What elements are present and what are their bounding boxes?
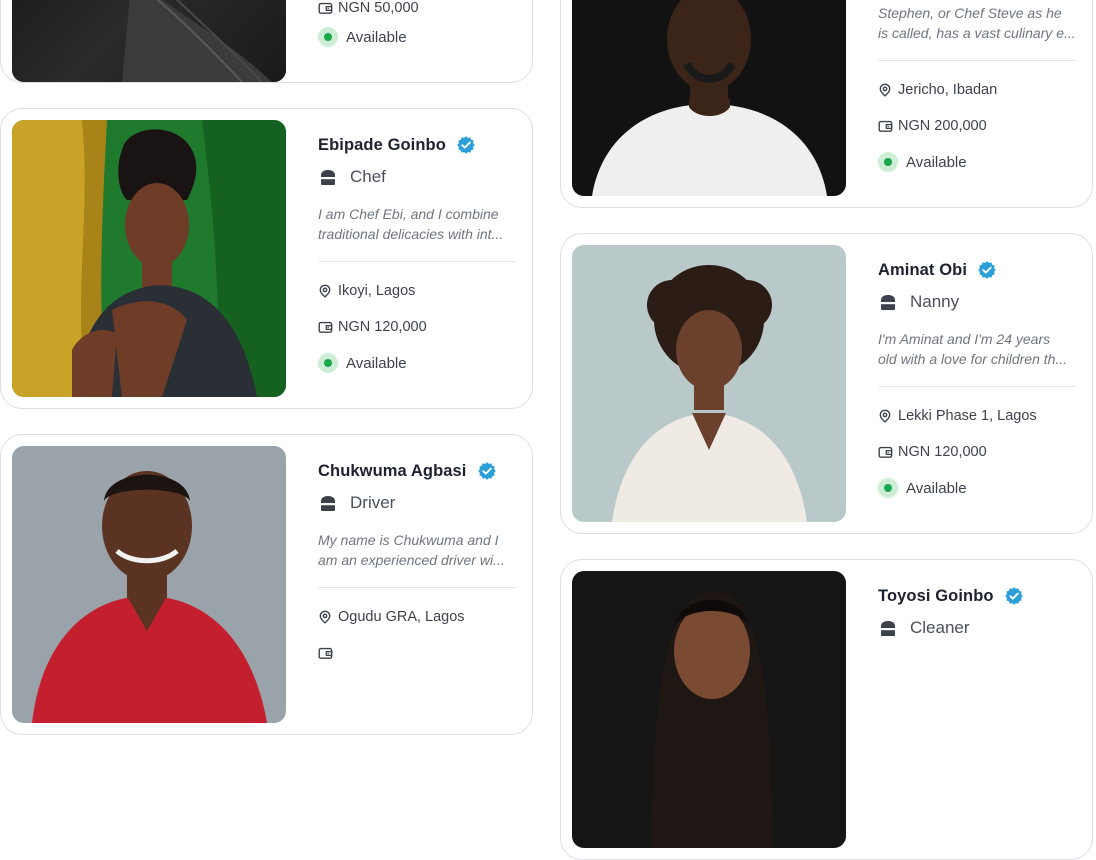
wallet-icon — [318, 321, 333, 333]
price-text: NGN 120,000 — [898, 444, 987, 460]
provider-role-row: Cleaner — [878, 616, 970, 640]
provider-role-row: Driver — [318, 491, 395, 515]
description-line: I am Chef Ebi, and I combine — [318, 206, 499, 222]
provider-description: I am Chef Ebi, and I combine traditional… — [318, 204, 516, 244]
description-line: I'm Aminat and I'm 24 years — [878, 331, 1051, 347]
wallet-icon — [318, 2, 333, 14]
provider-photo — [572, 245, 846, 522]
provider-photo — [12, 120, 286, 397]
location-text: Ikoyi, Lagos — [338, 283, 416, 299]
location-row: Ikoyi, Lagos — [318, 281, 415, 301]
provider-description: Stephen, or Chef Steve as he is called, … — [878, 3, 1076, 43]
provider-name-row: Ebipade Goinbo — [318, 133, 476, 157]
location-text: Ogudu GRA, Lagos — [338, 609, 465, 625]
provider-name[interactable]: Aminat Obi — [878, 261, 967, 280]
location-row: Jericho, Ibadan — [878, 80, 997, 100]
provider-photo — [12, 446, 286, 723]
price-row: NGN 200,000 — [878, 116, 987, 136]
availability-row: Available — [318, 27, 407, 47]
provider-name[interactable]: Ebipade Goinbo — [318, 136, 446, 155]
provider-role-row: Chef — [318, 165, 386, 189]
availability-text: Available — [906, 479, 967, 497]
provider-role: Chef — [350, 167, 386, 186]
price-text: NGN 120,000 — [338, 319, 427, 335]
location-row: Lekki Phase 1, Lagos — [878, 406, 1037, 426]
price-row: NGN 120,000 — [878, 442, 987, 462]
verified-badge-icon — [476, 461, 497, 481]
role-hat-icon — [321, 496, 335, 511]
provider-name-row: Aminat Obi — [878, 258, 997, 282]
location-pin-icon — [319, 284, 331, 298]
description-line: is called, has a vast culinary e... — [878, 25, 1076, 41]
provider-photo — [572, 0, 846, 196]
role-hat-icon — [881, 295, 895, 310]
location-row: Ogudu GRA, Lagos — [318, 607, 465, 627]
price-text: NGN 50,000 — [338, 0, 419, 16]
location-text: Lekki Phase 1, Lagos — [898, 408, 1037, 424]
description-line: My name is Chukwuma and I — [318, 532, 499, 548]
description-line: old with a love for children th... — [878, 351, 1068, 367]
provider-role: Cleaner — [910, 618, 970, 637]
wallet-icon — [878, 446, 893, 458]
provider-card[interactable]: Stephen, or Chef Steve as he is called, … — [560, 0, 1093, 208]
provider-card[interactable]: Toyosi Goinbo Cleaner — [560, 559, 1093, 860]
role-hat-icon — [321, 170, 335, 185]
price-row: NGN 120,000 — [318, 317, 427, 337]
verified-badge-icon — [977, 260, 997, 280]
price-text: NGN 200,000 — [898, 118, 987, 134]
status-dot-icon — [318, 353, 338, 373]
divider — [318, 587, 516, 588]
price-row — [318, 643, 338, 663]
description-line: traditional delicacies with int... — [318, 226, 504, 242]
status-dot-icon — [318, 27, 338, 47]
wallet-icon — [878, 120, 893, 132]
provider-name-row: Toyosi Goinbo — [878, 584, 1024, 608]
provider-role: Nanny — [910, 292, 960, 311]
provider-card[interactable]: Chukwuma Agbasi Driver My name is Chukwu… — [0, 434, 533, 735]
wallet-icon — [318, 647, 333, 659]
verified-badge-icon — [456, 135, 476, 155]
availability-text: Available — [346, 354, 407, 372]
availability-text: Available — [346, 28, 407, 46]
provider-description: I'm Aminat and I'm 24 years old with a l… — [878, 329, 1076, 369]
provider-role-row: Nanny — [878, 290, 959, 314]
description-line: Stephen, or Chef Steve as he — [878, 5, 1062, 21]
price-row: NGN 50,000 — [318, 0, 419, 18]
provider-role: Driver — [350, 493, 396, 512]
availability-text: Available — [906, 153, 967, 171]
divider — [878, 60, 1076, 61]
location-pin-icon — [879, 83, 891, 97]
provider-card[interactable]: Aminat Obi Nanny I'm Aminat and I'm 24 y… — [560, 233, 1093, 534]
provider-name-row: Chukwuma Agbasi — [318, 459, 497, 483]
location-text: Jericho, Ibadan — [898, 82, 998, 98]
status-dot-icon — [878, 152, 898, 172]
availability-row: Available — [878, 152, 967, 172]
provider-card[interactable]: NGN 50,000 Available — [0, 0, 533, 83]
location-pin-icon — [319, 610, 331, 624]
divider — [878, 386, 1076, 387]
availability-row: Available — [318, 353, 407, 373]
description-line: am an experienced driver wi... — [318, 552, 505, 568]
status-dot-icon — [878, 478, 898, 498]
provider-photo — [572, 571, 846, 848]
provider-description: My name is Chukwuma and I am an experien… — [318, 530, 516, 570]
divider — [318, 261, 516, 262]
provider-card[interactable]: Ebipade Goinbo Chef I am Chef Ebi, and I… — [0, 108, 533, 409]
provider-name[interactable]: Toyosi Goinbo — [878, 587, 994, 606]
location-pin-icon — [879, 409, 891, 423]
verified-badge-icon — [1003, 586, 1024, 606]
provider-name[interactable]: Chukwuma Agbasi — [318, 462, 467, 481]
provider-photo — [12, 0, 286, 82]
availability-row: Available — [878, 478, 967, 498]
role-hat-icon — [881, 621, 895, 636]
